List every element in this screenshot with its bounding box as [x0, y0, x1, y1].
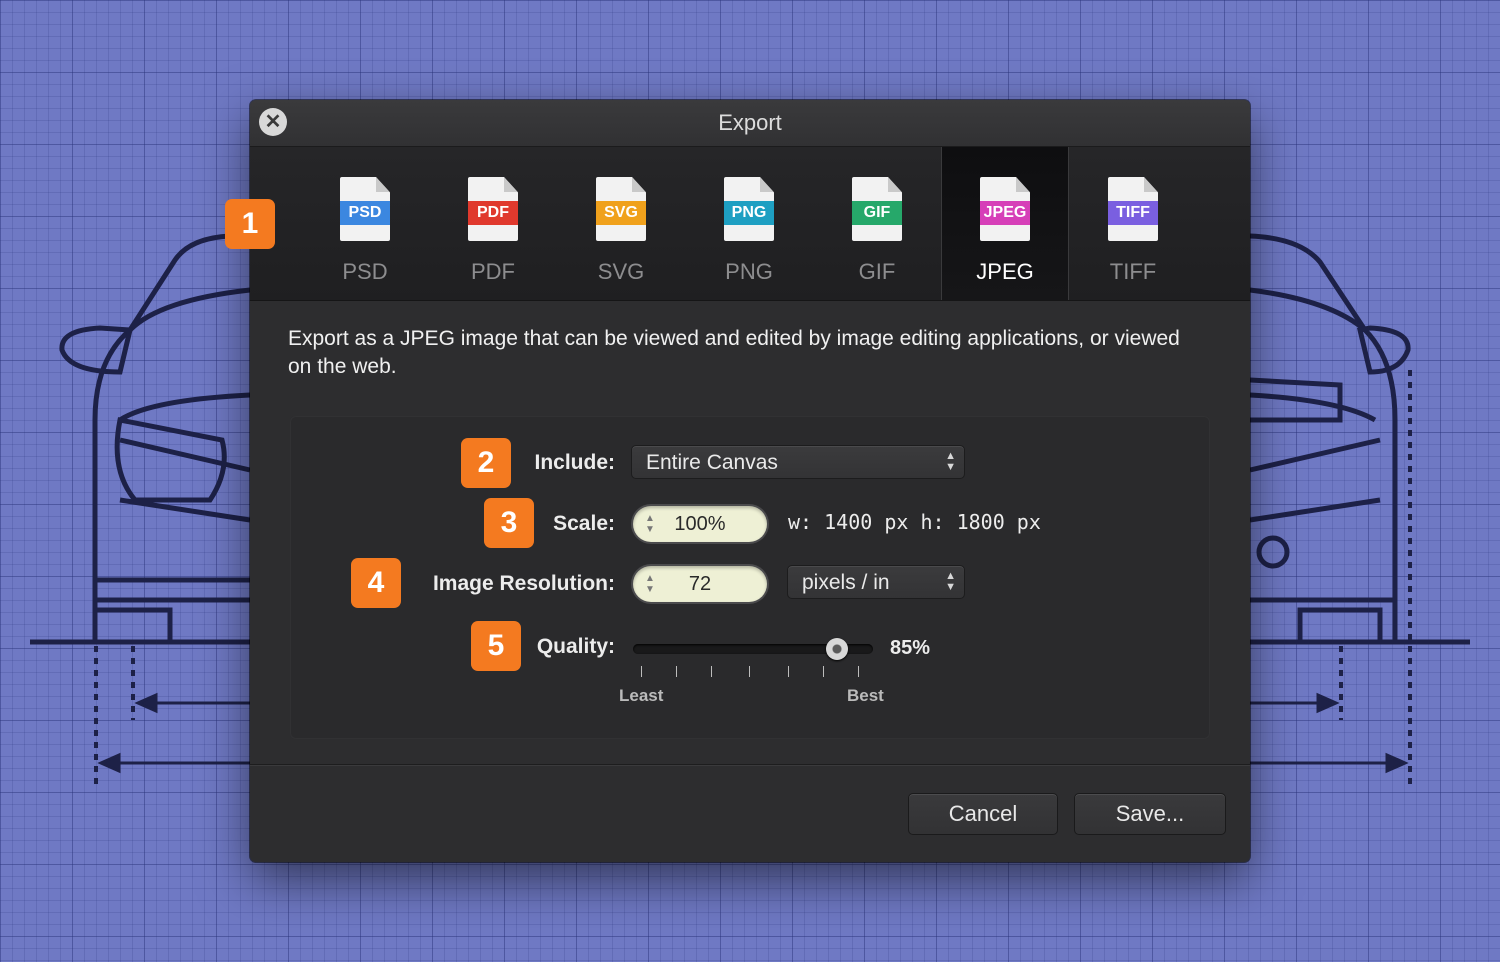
svg-file-icon: SVG [596, 177, 646, 241]
psd-file-icon: PSD [340, 177, 390, 241]
format-label: PDF [471, 259, 515, 284]
format-pdf[interactable]: PDF PDF [429, 147, 557, 300]
format-label: PSD [342, 259, 388, 284]
format-label: SVG [597, 259, 645, 284]
save-button[interactable]: Save... [1074, 793, 1226, 835]
format-description: Export as a JPEG image that can be viewe… [288, 327, 1180, 378]
slider-tick [641, 666, 642, 677]
format-svg[interactable]: SVG SVG [557, 147, 685, 300]
pixel-dimensions: w: 1400 px h: 1800 px [788, 510, 1041, 534]
title-bar: ✕ Export [250, 100, 1250, 147]
scale-label: Scale: [553, 512, 615, 535]
export-dialog: ✕ Export PSD PSD PDF PDF SVG SVG PNG PNG… [250, 100, 1250, 862]
format-jpeg[interactable]: JPEG JPEG [941, 147, 1069, 300]
slider-tick [749, 666, 750, 677]
resolution-value: 72 [688, 573, 712, 595]
quality-value: 85% [890, 637, 931, 659]
stepper-arrows-icon[interactable]: ▲ ▼ [645, 573, 655, 595]
include-value: Entire Canvas [646, 451, 778, 474]
footer-divider [250, 764, 1250, 765]
format-selector: PSD PSD PDF PDF SVG SVG PNG PNG GIF GIF … [250, 147, 1250, 301]
tiff-file-icon: TIFF [1108, 177, 1158, 241]
resolution-label: Image Resolution: [432, 572, 615, 595]
format-label: JPEG [976, 259, 1034, 284]
slider-tick [711, 666, 712, 677]
slider-tick [858, 666, 859, 677]
format-label: TIFF [1109, 259, 1157, 284]
format-label: PNG [725, 259, 773, 284]
resolution-unit: pixels / in [802, 571, 890, 594]
resolution-unit-select[interactable]: pixels / in ▲ ▼ [787, 565, 965, 599]
quality-max-label: Best [847, 686, 884, 705]
quality-label: Quality: [536, 635, 615, 658]
scale-value: 100% [674, 513, 726, 535]
updown-arrows-icon: ▲ ▼ [945, 450, 956, 473]
format-png[interactable]: PNG PNG [685, 147, 813, 300]
quality-slider-thumb[interactable] [826, 638, 848, 660]
resolution-stepper[interactable]: ▲ ▼ 72 [633, 566, 767, 602]
include-label: Include: [534, 451, 615, 474]
format-psd[interactable]: PSD PSD [301, 147, 429, 300]
pdf-file-icon: PDF [468, 177, 518, 241]
include-select[interactable]: Entire Canvas ▲ ▼ [631, 445, 965, 479]
format-gif[interactable]: GIF GIF [813, 147, 941, 300]
slider-tick [788, 666, 789, 677]
slider-tick [676, 666, 677, 677]
cancel-button[interactable]: Cancel [908, 793, 1058, 835]
updown-arrows-icon: ▲ ▼ [945, 570, 956, 593]
dialog-title: Export [718, 110, 782, 135]
format-label: GIF [858, 259, 896, 284]
slider-tick [823, 666, 824, 677]
quality-min-label: Least [619, 686, 664, 705]
callout-badge-1: 1 [225, 199, 275, 249]
callout-badge-4: 4 [351, 558, 401, 608]
gif-file-icon: GIF [852, 177, 902, 241]
jpeg-file-icon: JPEG [980, 177, 1030, 241]
scale-stepper[interactable]: ▲ ▼ 100% [633, 506, 767, 542]
stepper-arrows-icon[interactable]: ▲ ▼ [645, 513, 655, 535]
format-tiff[interactable]: TIFF TIFF [1069, 147, 1197, 300]
png-file-icon: PNG [724, 177, 774, 241]
